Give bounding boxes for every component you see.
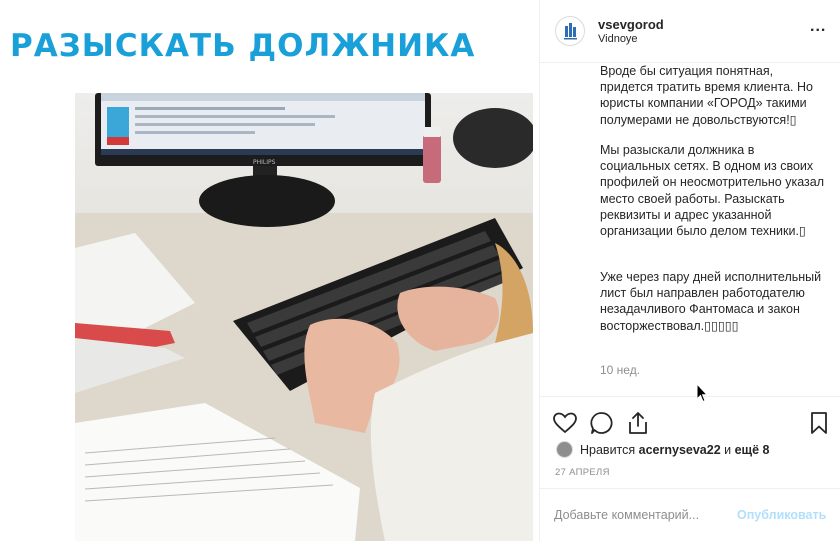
post-header: vsevgorod Vidnoye ... <box>540 0 840 63</box>
office-illustration: PHILIPS <box>75 93 533 541</box>
profile-avatar[interactable] <box>555 16 585 46</box>
liker-username[interactable]: acernyseva22 <box>639 443 721 457</box>
post-image[interactable]: РАЗЫСКАТЬ ДОЛЖНИКА PHILIPS <box>0 0 539 541</box>
share-icon[interactable] <box>625 410 651 436</box>
post-date[interactable]: 27 АПРЕЛЯ <box>555 467 610 478</box>
heart-icon[interactable] <box>552 410 578 436</box>
post-panel: vsevgorod Vidnoye ... Вроде бы ситуация … <box>539 0 840 541</box>
post-location[interactable]: Vidnoye <box>598 33 638 45</box>
caption-paragraph: Уже через пару дней исполнительный лист … <box>600 270 822 333</box>
office-photo: PHILIPS <box>75 93 533 541</box>
likes-summary: Нравится acernyseva22 и ещё 8 <box>580 443 770 457</box>
more-options-icon[interactable]: ... <box>810 18 826 36</box>
monitor-brand: PHILIPS <box>253 159 276 166</box>
caption-paragraph: Вроде бы ситуация понятная, придется тра… <box>600 64 813 127</box>
caption-area: Вроде бы ситуация понятная, придется тра… <box>540 63 840 396</box>
city-logo-icon <box>564 23 577 40</box>
post-username[interactable]: vsevgorod <box>598 17 664 32</box>
mouse-cursor-icon <box>696 383 708 403</box>
caption-timestamp[interactable]: 10 нед. <box>600 363 640 377</box>
speech-bubble-icon[interactable] <box>589 410 615 436</box>
image-headline: РАЗЫСКАТЬ ДОЛЖНИКА <box>10 28 476 64</box>
action-bar: Нравится acernyseva22 и ещё 8 27 АПРЕЛЯ <box>540 396 840 488</box>
publish-button[interactable]: Опубликовать <box>737 508 826 522</box>
bookmark-icon[interactable] <box>806 410 832 436</box>
caption-paragraph: Мы разыскали должника в социальных сетях… <box>600 143 824 239</box>
liker-avatar[interactable] <box>556 441 573 458</box>
likes-middle: и <box>720 443 735 457</box>
comment-input[interactable] <box>554 504 724 526</box>
comment-box: Опубликовать <box>540 488 840 541</box>
likes-more-link[interactable]: ещё 8 <box>735 443 770 457</box>
likes-prefix: Нравится <box>580 443 639 457</box>
